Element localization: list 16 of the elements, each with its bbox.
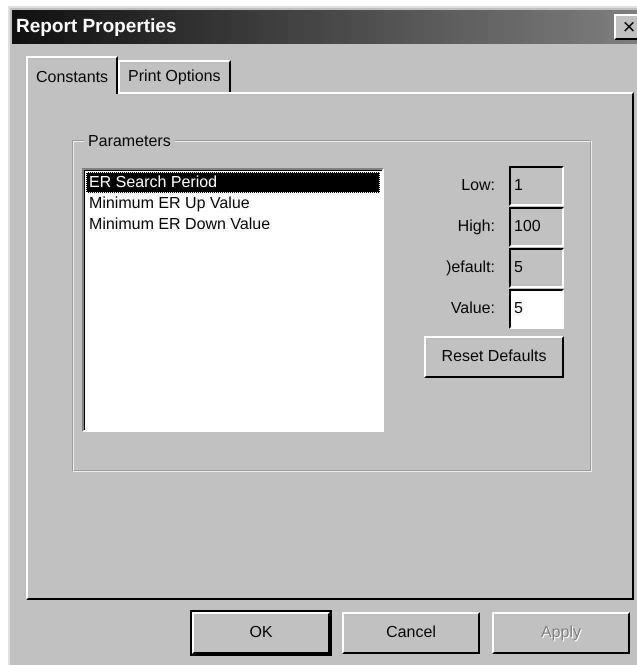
field-label: High: [458,216,495,236]
dialog-button[interactable]: OK [192,612,330,654]
parameter-list[interactable]: ER Search Period Minimum ER Up Value Minimum ER Down Value [82,168,384,432]
list-item[interactable]: ER Search Period [86,172,380,193]
reset-defaults-button[interactable]: Reset Defaults [424,336,564,378]
field-label: )efault: [446,258,495,278]
field-label: Value: [450,298,495,318]
list-item[interactable]: Minimum ER Up Value [86,193,380,214]
dialog-button[interactable]: Cancel [342,612,480,654]
window-title: Report Properties [15,14,176,39]
list-item[interactable]: Minimum ER Down Value [86,214,380,235]
input-field[interactable]: 5 [509,288,564,328]
field-label: Low: [461,176,495,196]
close-button[interactable]: × [614,14,637,40]
tab[interactable]: Constants [26,56,118,94]
tab[interactable]: Print Options [118,60,231,92]
